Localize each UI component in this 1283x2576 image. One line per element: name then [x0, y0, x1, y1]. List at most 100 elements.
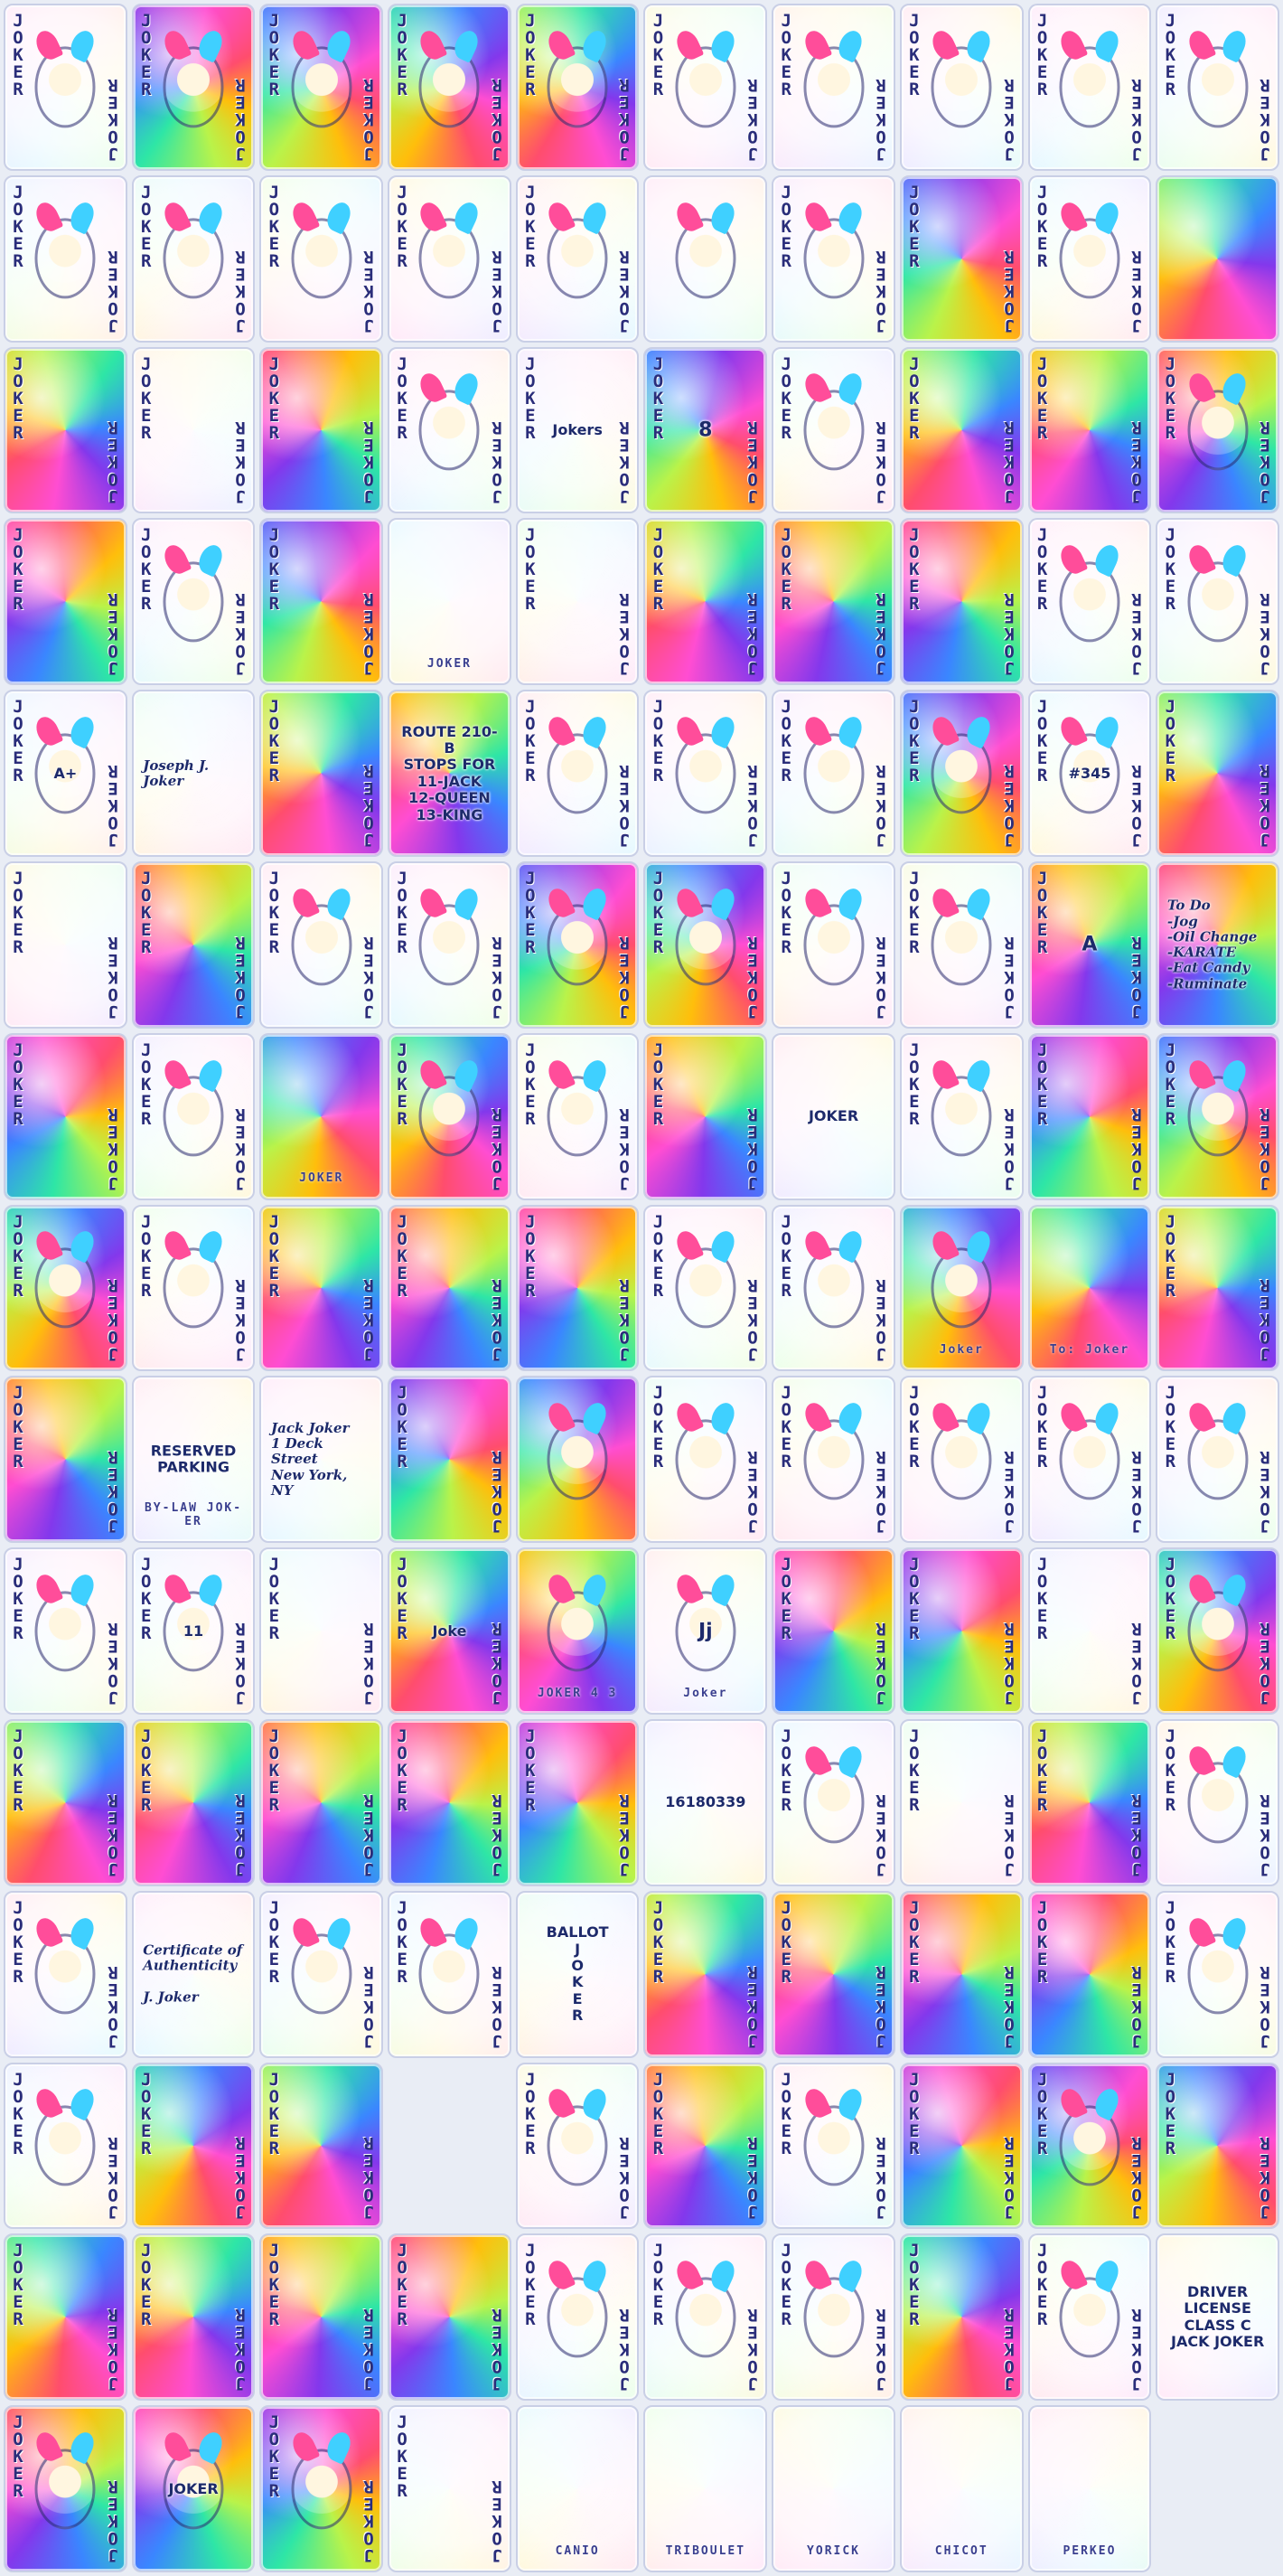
joker-card[interactable]: JOKER JOKER — [899, 1547, 1024, 1715]
joker-card[interactable]: JOKER JOKER — [388, 1204, 511, 1372]
joker-card[interactable] — [388, 2063, 511, 2230]
joker-card[interactable]: Jj Joker — [643, 1547, 768, 1715]
joker-card[interactable] — [643, 174, 768, 343]
joker-card[interactable]: JOKER JOKER — [4, 2062, 127, 2230]
joker-card[interactable]: JOKER JOKER — [1156, 4, 1279, 171]
joker-card[interactable]: JOKER JOKER — [1156, 2062, 1279, 2230]
joker-card[interactable]: JOKER JOKER — [131, 1032, 256, 1200]
joker-card[interactable]: JOKER JOKER — [643, 518, 768, 686]
joker-card[interactable]: JOKER JOKER — [4, 4, 127, 171]
joker-card[interactable]: JOKER — [259, 1032, 384, 1200]
joker-card[interactable]: JOKER — [131, 2405, 256, 2572]
joker-card[interactable]: JOKER JOKER — [1156, 1547, 1279, 1715]
joker-card[interactable]: JOKER JOKER — [1156, 690, 1279, 857]
joker-card[interactable]: DRIVER LICENSE CLASS C JACK JOKER — [1156, 2233, 1279, 2402]
joker-card[interactable]: Jack Joker 1 Deck Street New York, NY — [259, 1376, 384, 1544]
joker-card[interactable]: YORICK — [772, 2405, 895, 2572]
joker-card[interactable]: JOKER JOKER — [1027, 1719, 1152, 1886]
joker-card[interactable]: JOKER JOKER — [259, 1547, 384, 1715]
joker-card[interactable]: To Do -Jog -Oil Change -KARATE -Eat Cand… — [1156, 861, 1279, 1029]
joker-card[interactable]: JOKER JOKER — [259, 346, 384, 514]
joker-card[interactable]: JOKER JOKER — [515, 4, 640, 171]
joker-card[interactable]: JOKER JOKER — [899, 1376, 1024, 1544]
joker-card[interactable]: JOKER JOKER — [643, 1890, 768, 2058]
joker-card[interactable]: JOKER JOKER 11 — [131, 1547, 256, 1715]
joker-card[interactable]: JOKER JOKER — [1156, 346, 1279, 514]
joker-card[interactable]: 16180339 — [643, 1719, 768, 1886]
joker-card[interactable]: JOKER JOKER — [899, 1719, 1024, 1886]
joker-card[interactable]: JOKER JOKER — [259, 1719, 384, 1886]
joker-card[interactable]: JOKER JOKER Joke — [388, 1547, 511, 1715]
joker-card[interactable]: JOKER JOKER — [131, 4, 256, 171]
joker-card[interactable]: JOKER JOKER — [131, 2233, 256, 2402]
joker-card[interactable]: JOKER JOKER — [388, 1376, 511, 1544]
joker-card[interactable]: JOKER JOKER — [4, 1547, 127, 1715]
joker-card[interactable]: JOKER JOKER — [259, 1890, 384, 2058]
joker-card[interactable]: JOKER JOKER — [899, 4, 1024, 171]
joker-card[interactable]: JOKER JOKER — [388, 4, 511, 171]
joker-card[interactable]: JOKER JOKER — [259, 2233, 384, 2402]
joker-card[interactable]: JOKER JOKER — [388, 1719, 511, 1886]
joker-card[interactable]: JOKER JOKER — [4, 2405, 127, 2572]
joker-card[interactable]: JOKER JOKER — [643, 690, 768, 857]
joker-card[interactable]: JOKER JOKER — [515, 1204, 640, 1372]
joker-card[interactable]: JOKER JOKER — [131, 346, 256, 514]
joker-card[interactable] — [1156, 174, 1279, 343]
joker-card[interactable]: JOKER JOKER — [772, 1890, 895, 2058]
joker-card[interactable]: JOKER JOKER — [1027, 4, 1152, 171]
joker-card[interactable]: JOKER JOKER — [1027, 1376, 1152, 1544]
joker-card[interactable]: CANIO — [515, 2405, 640, 2572]
joker-card[interactable]: JOKER JOKER — [259, 518, 384, 686]
joker-card[interactable]: JOKER JOKER — [388, 2233, 511, 2402]
joker-card[interactable]: JOKER JOKER — [1156, 1204, 1279, 1372]
joker-card[interactable]: JOKER — [772, 1032, 895, 1200]
joker-card[interactable]: JOKER JOKER — [643, 2233, 768, 2402]
joker-card[interactable]: JOKER JOKER — [131, 1204, 256, 1372]
joker-card[interactable]: Joseph J. Joker — [131, 690, 256, 857]
joker-card[interactable]: JOKER JOKER — [1027, 1890, 1152, 2058]
joker-card[interactable]: JOKER JOKER — [131, 2062, 256, 2230]
joker-card[interactable]: JOKER JOKER — [4, 861, 127, 1029]
joker-card[interactable] — [515, 1376, 640, 1544]
joker-card[interactable]: RESERVED PARKING BY-LAW JOK-ER — [131, 1376, 256, 1544]
joker-card[interactable]: JOKER JOKER — [643, 1376, 768, 1544]
joker-card[interactable]: JOKER JOKER — [1027, 2233, 1152, 2402]
joker-card[interactable]: JOKER JOKER — [515, 174, 640, 343]
joker-card[interactable]: JOKER JOKER — [1027, 346, 1152, 514]
joker-card[interactable]: JOKER JOKER — [899, 861, 1024, 1029]
joker-card[interactable]: JOKER 4 3 — [515, 1547, 640, 1715]
joker-card[interactable]: JOKER JOKER Jokers — [515, 346, 640, 514]
joker-card[interactable]: JOKER JOKER — [388, 174, 511, 343]
joker-card[interactable]: JOKER JOKER — [515, 518, 640, 686]
joker-card[interactable]: JOKER JOKER — [131, 861, 256, 1029]
joker-card[interactable]: JOKER JOKER — [4, 1376, 127, 1544]
joker-card[interactable]: JOKER JOKER — [1027, 174, 1152, 343]
joker-card[interactable]: JOKER JOKER — [899, 346, 1024, 514]
joker-card[interactable]: JOKER JOKER — [131, 518, 256, 686]
joker-card[interactable]: JOKER JOKER — [772, 346, 895, 514]
joker-card[interactable]: JOKER JOKER #345 — [1027, 690, 1152, 857]
joker-card[interactable]: PERKEO — [1027, 2405, 1152, 2572]
joker-card[interactable]: JOKER JOKER — [259, 690, 384, 857]
joker-card[interactable]: JOKER JOKER — [1156, 1032, 1279, 1200]
joker-card[interactable]: JOKER JOKER A+ — [4, 690, 127, 857]
joker-card[interactable]: CHICOT — [899, 2405, 1024, 2572]
joker-card[interactable]: JOKER JOKER — [388, 861, 511, 1029]
joker-card[interactable]: JOKER JOKER — [643, 861, 768, 1029]
joker-card[interactable]: JOKER JOKER — [1156, 1890, 1279, 2058]
joker-card[interactable]: JOKER JOKER — [4, 174, 127, 343]
joker-card[interactable]: JOKER JOKER — [1156, 1719, 1279, 1886]
joker-card[interactable]: JOKER JOKER — [899, 1032, 1024, 1200]
joker-card[interactable]: JOKER JOKER — [1027, 1547, 1152, 1715]
joker-card[interactable]: JOKER JOKER — [515, 861, 640, 1029]
joker-card[interactable]: JOKER JOKER — [899, 2233, 1024, 2402]
joker-card[interactable]: JOKER JOKER — [259, 1204, 384, 1372]
joker-card[interactable]: JOKER JOKER 8 — [643, 346, 768, 514]
joker-card[interactable]: JOKER JOKER — [772, 174, 895, 343]
joker-card[interactable]: JOKER JOKER — [772, 518, 895, 686]
joker-card[interactable]: JOKER JOKER — [259, 174, 384, 343]
joker-card[interactable]: JOKER JOKER — [772, 1204, 895, 1372]
joker-card[interactable]: JOKER JOKER — [899, 690, 1024, 857]
joker-card[interactable]: JOKER JOKER — [772, 1547, 895, 1715]
joker-card[interactable]: BALLOT J O K E R — [515, 1890, 640, 2058]
